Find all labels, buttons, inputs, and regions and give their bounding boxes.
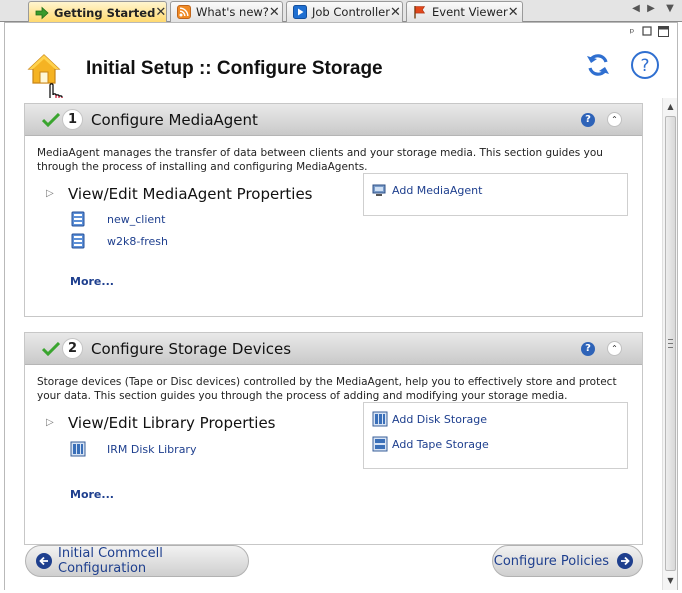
step-number: 1 [62,109,83,130]
svg-text:?: ? [640,56,649,76]
add-disk-storage-link[interactable]: Add Disk Storage [372,411,487,427]
subsection-title: View/Edit MediaAgent Properties [68,185,313,203]
add-tape-storage-link[interactable]: Add Tape Storage [372,436,489,452]
check-icon [42,113,60,127]
next-label: Configure Policies [493,553,609,569]
actions-panel: Add Disk Storage Add Tape Storage [363,402,628,469]
actions-panel: Add MediaAgent [363,173,628,216]
tab-list-icon[interactable]: ▼ [663,3,677,14]
tab-getting-started[interactable]: Getting Started ✕ [28,1,167,23]
section-help-icon[interactable]: ? [581,342,595,356]
expand-arrow-icon[interactable]: ▷ [46,417,54,428]
action-label: Add Tape Storage [392,437,489,451]
section-configure-storage-devices: 2 Configure Storage Devices ? ⌃ Storage … [24,332,643,545]
add-mediaagent-icon [372,184,386,196]
configure-policies-button[interactable]: Configure Policies [492,545,643,577]
tab-label: Job Controller [312,5,390,19]
server-icon [71,211,85,227]
tab-job-controller[interactable]: Job Controller ✕ [286,1,403,22]
section-title: Configure MediaAgent [91,111,258,129]
help-icon[interactable]: ? [630,50,660,80]
close-icon[interactable]: ✕ [390,5,401,20]
subsection-title: View/Edit Library Properties [68,414,276,432]
disk-storage-icon [372,411,388,427]
play-icon [293,5,307,19]
page-title: Initial Setup :: Configure Storage [86,58,383,79]
tab-scroll-left-icon[interactable]: ◀ [629,3,643,14]
section-help-icon[interactable]: ? [581,113,595,127]
flag-icon [414,6,426,19]
tab-whats-new[interactable]: What's new? ✕ [170,1,283,22]
tab-label: What's new? [196,5,269,19]
scroll-down-icon[interactable]: ▼ [663,574,678,588]
close-icon[interactable]: ✕ [269,5,280,20]
item-label: IRM Disk Library [107,442,197,456]
close-icon[interactable]: ✕ [155,5,166,20]
section-header[interactable]: 2 Configure Storage Devices ? ⌃ [25,333,642,365]
section-description: MediaAgent manages the transfer of data … [37,147,603,173]
more-link[interactable]: More... [70,275,114,288]
expand-arrow-icon[interactable]: ▷ [46,188,54,199]
content-area: 1 Configure MediaAgent ? ⌃ MediaAgent ma… [5,98,662,590]
getting-started-panel: ᵖ Initial Setup :: Configure Storage ? 1… [4,22,678,590]
server-icon [71,233,85,249]
collapse-icon[interactable]: ⌃ [607,341,622,356]
initial-commcell-configuration-button[interactable]: Initial Commcell Configuration [25,545,249,577]
library-icon [70,441,86,457]
arrow-left-icon [36,553,52,569]
tab-event-viewer[interactable]: Event Viewer ✕ [406,1,523,22]
action-label: Add MediaAgent [392,183,483,197]
list-item-mediaagent[interactable]: w2k8-fresh [70,233,168,249]
back-label: Initial Commcell Configuration [58,546,163,576]
arrow-right-icon [35,6,49,19]
action-label: Add Disk Storage [392,412,487,426]
add-mediaagent-link[interactable]: Add MediaAgent [372,182,482,198]
refresh-icon[interactable] [585,52,611,78]
tab-label: Getting Started [54,5,156,20]
scrollbar-thumb[interactable] [665,116,676,571]
item-label: new_client [107,212,166,226]
arrow-right-icon [617,553,633,569]
section-header[interactable]: 1 Configure MediaAgent ? ⌃ [25,104,642,136]
tape-storage-icon [372,436,388,452]
more-link[interactable]: More... [70,488,114,501]
tab-strip: Getting Started ✕ What's new? ✕ Job Cont… [0,0,682,23]
home-icon[interactable] [27,52,61,86]
tab-scroll-right-icon[interactable]: ▶ [644,3,658,14]
rss-icon [177,5,191,19]
list-item-mediaagent[interactable]: new_client [70,211,165,227]
item-label: w2k8-fresh [107,234,168,248]
close-icon[interactable]: ✕ [508,5,519,20]
collapse-icon[interactable]: ⌃ [607,112,622,127]
section-title: Configure Storage Devices [91,340,292,358]
section-description: Storage devices (Tape or Disc devices) c… [37,376,617,402]
vertical-scrollbar[interactable]: ▲ ▼ [662,98,677,590]
check-icon [42,342,60,356]
tab-label: Event Viewer [432,5,508,19]
scroll-up-icon[interactable]: ▲ [663,100,678,114]
section-configure-mediaagent: 1 Configure MediaAgent ? ⌃ MediaAgent ma… [24,103,643,317]
list-item-library[interactable]: IRM Disk Library [70,441,196,457]
step-number: 2 [62,338,83,359]
